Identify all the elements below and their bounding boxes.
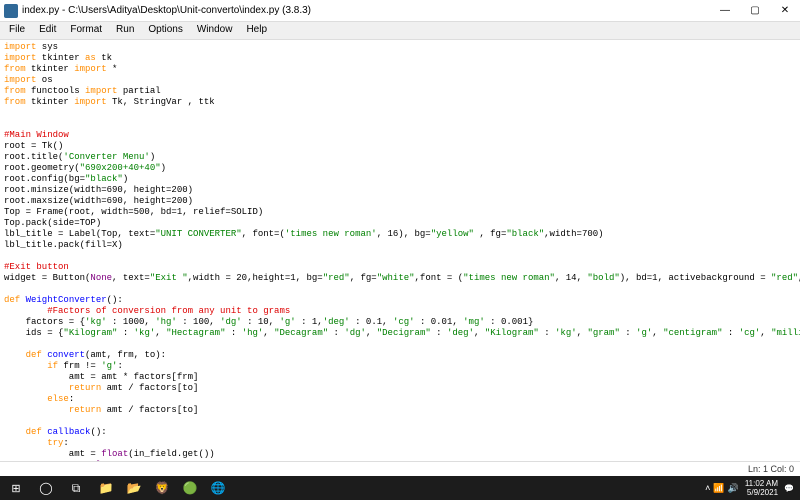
volume-icon[interactable]: 🔊: [728, 483, 739, 494]
taskview-icon[interactable]: ⧉: [62, 476, 90, 500]
maximize-button[interactable]: ▢: [740, 0, 770, 22]
cursor-position: Ln: 1 Col: 0: [748, 464, 794, 474]
taskbar-app-2[interactable]: 🦁: [148, 476, 176, 500]
cortana-icon[interactable]: ◯: [32, 476, 60, 500]
minimize-button[interactable]: —: [710, 0, 740, 22]
menu-options[interactable]: Options: [141, 22, 189, 39]
taskbar-app-3[interactable]: 🟢: [176, 476, 204, 500]
code-editor[interactable]: import sys import tkinter as tk from tki…: [0, 40, 800, 461]
titlebar: index.py - C:\Users\Aditya\Desktop\Unit-…: [0, 0, 800, 22]
wifi-icon[interactable]: 📶: [713, 483, 724, 494]
tray-up-icon[interactable]: ˄: [705, 483, 710, 494]
menu-edit[interactable]: Edit: [32, 22, 63, 39]
menu-run[interactable]: Run: [109, 22, 141, 39]
time-text: 11:02 AM: [745, 479, 778, 488]
menu-file[interactable]: File: [2, 22, 32, 39]
window-controls: — ▢ ✕: [710, 0, 800, 22]
titlebar-left: index.py - C:\Users\Aditya\Desktop\Unit-…: [0, 4, 311, 18]
menu-help[interactable]: Help: [239, 22, 274, 39]
taskbar-app-1[interactable]: 📂: [120, 476, 148, 500]
window-title: index.py - C:\Users\Aditya\Desktop\Unit-…: [22, 5, 311, 16]
tray-icons[interactable]: ˄ 📶 🔊: [705, 483, 739, 494]
close-button[interactable]: ✕: [770, 0, 800, 22]
menu-window[interactable]: Window: [190, 22, 240, 39]
menubar: FileEditFormatRunOptionsWindowHelp: [0, 22, 800, 40]
python-icon: [4, 4, 18, 18]
taskbar: ⊞ ◯ ⧉ 📁📂🦁🟢🌐 ˄ 📶 🔊 11:02 AM 5/9/2021 💬: [0, 476, 800, 500]
notifications-icon[interactable]: 💬: [784, 484, 794, 493]
menu-format[interactable]: Format: [63, 22, 109, 39]
clock[interactable]: 11:02 AM 5/9/2021: [745, 479, 778, 497]
taskbar-left: ⊞ ◯ ⧉ 📁📂🦁🟢🌐: [0, 476, 232, 500]
status-bar: Ln: 1 Col: 0: [0, 461, 800, 476]
system-tray: ˄ 📶 🔊 11:02 AM 5/9/2021 💬: [705, 479, 800, 497]
start-button[interactable]: ⊞: [2, 476, 30, 500]
taskbar-app-4[interactable]: 🌐: [204, 476, 232, 500]
date-text: 5/9/2021: [747, 488, 778, 497]
taskbar-app-0[interactable]: 📁: [92, 476, 120, 500]
